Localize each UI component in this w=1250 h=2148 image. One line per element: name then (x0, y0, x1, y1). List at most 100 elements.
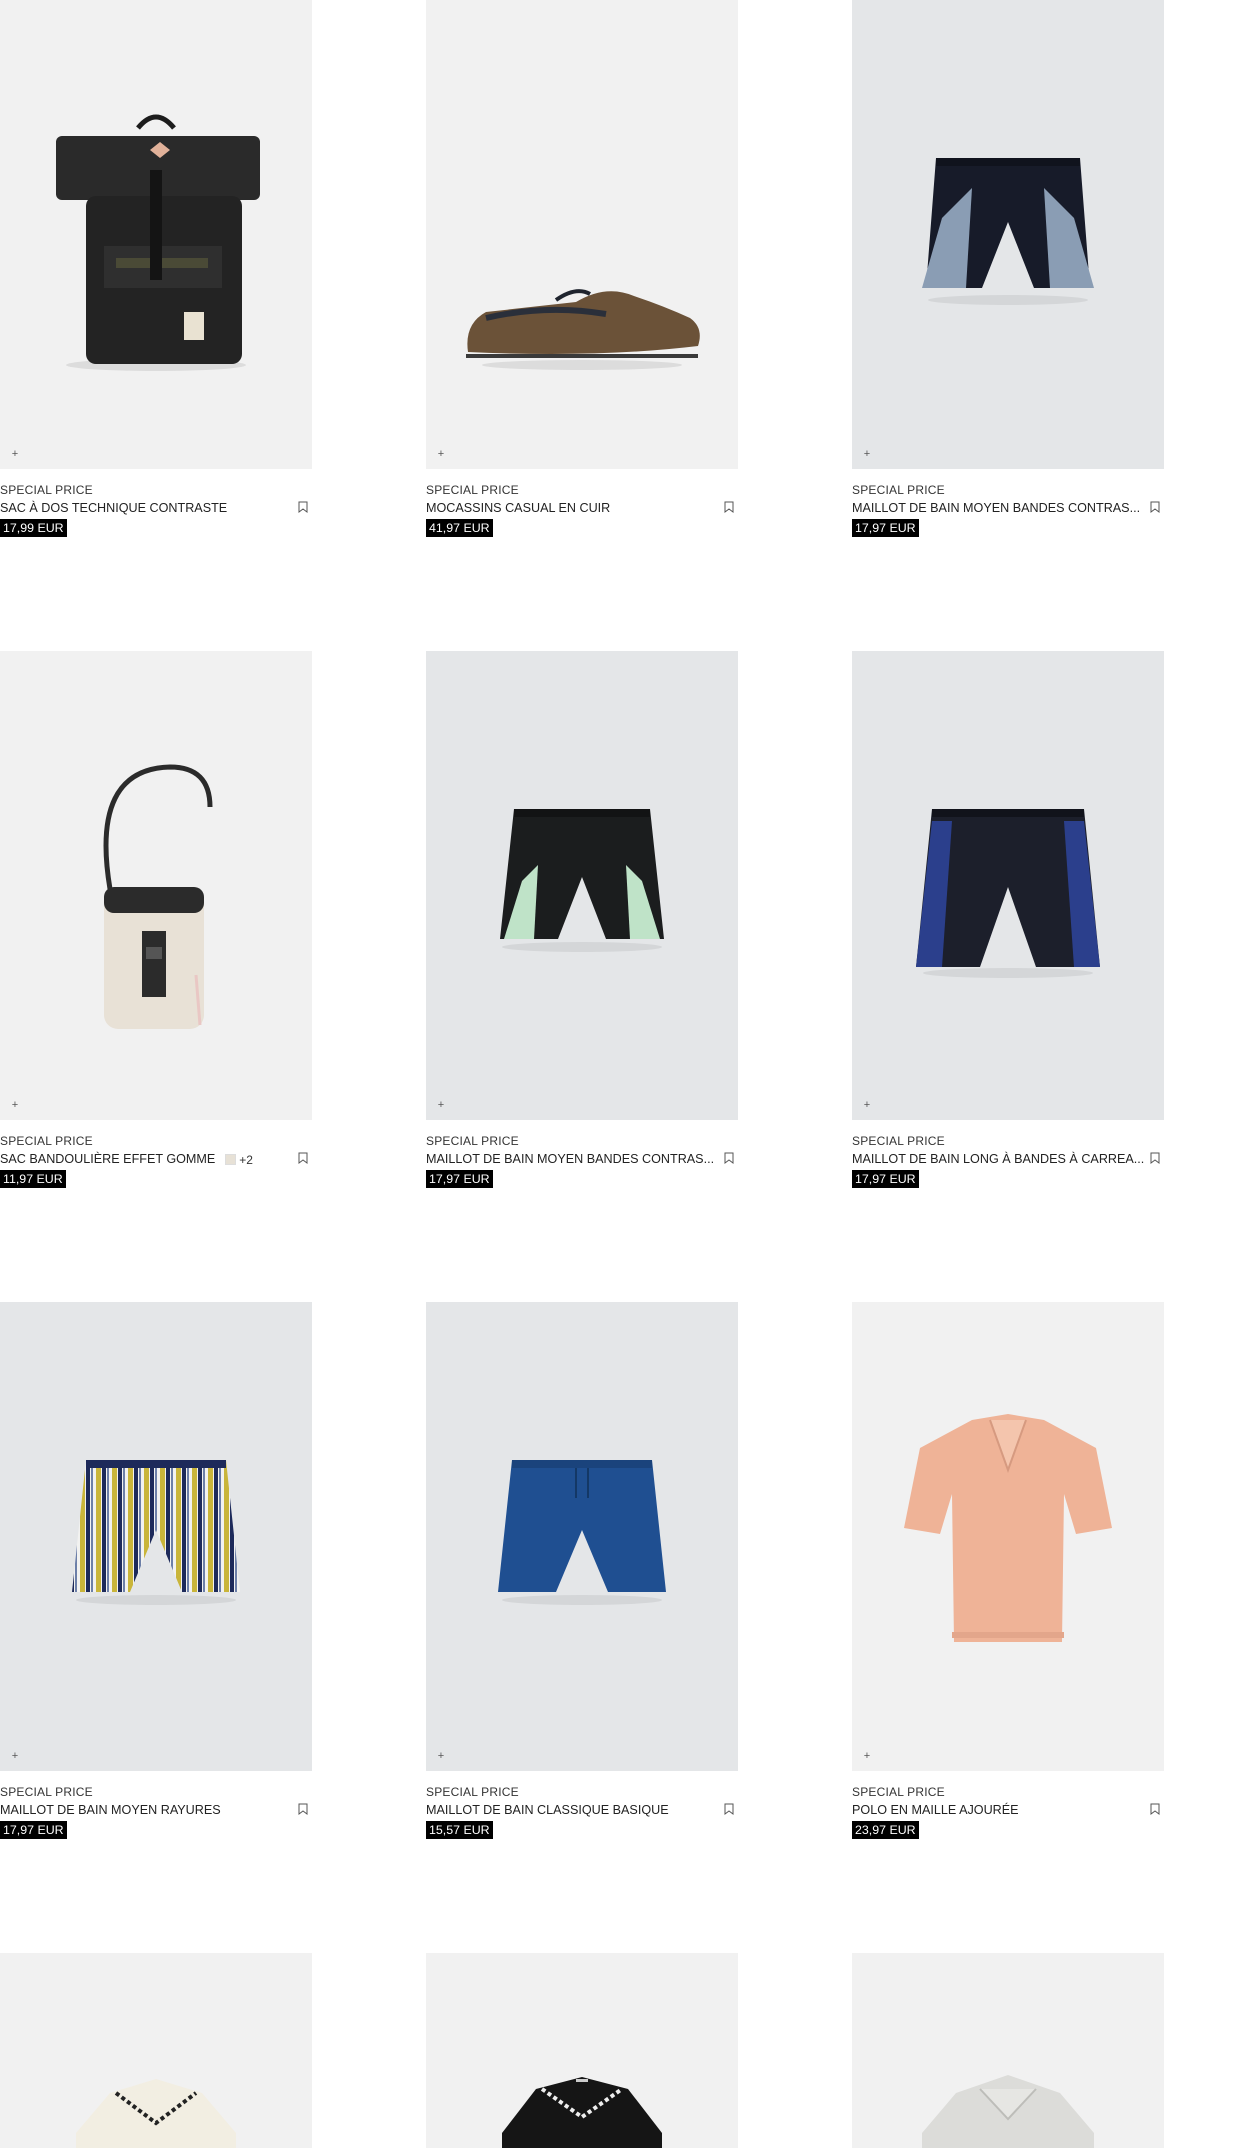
product-image[interactable] (426, 1953, 738, 2148)
product-price: 23,97 EUR (852, 1821, 919, 1839)
swatch-count: +2 (239, 1152, 253, 1167)
special-price-label: SPECIAL PRICE (852, 1785, 945, 1799)
striped-swim-shorts-image (72, 1460, 240, 1605)
product-card[interactable]: + SPECIAL PRICE SAC À DOS TECHNIQUE CONT… (0, 0, 312, 537)
bookmark-icon[interactable] (298, 1152, 308, 1164)
swim-shorts-image (500, 809, 664, 952)
product-name[interactable]: MAILLOT DE BAIN LONG À BANDES À CARREA..… (852, 1150, 1144, 1169)
special-price-label: SPECIAL PRICE (852, 1134, 945, 1148)
bookmark-icon[interactable] (724, 1803, 734, 1815)
color-swatch[interactable] (225, 1154, 237, 1165)
product-info: SPECIAL PRICE MAILLOT DE BAIN CLASSIQUE … (426, 1771, 738, 1839)
plus-icon[interactable]: + (435, 1750, 447, 1762)
product-price: 11,97 EUR (0, 1170, 66, 1188)
product-price: 17,97 EUR (426, 1170, 493, 1188)
product-name-row: SAC BANDOULIÈRE EFFET GOMME +2 (0, 1150, 312, 1169)
product-image[interactable]: + (0, 651, 312, 1120)
product-card[interactable] (0, 1953, 312, 2148)
bookmark-icon[interactable] (1150, 1803, 1160, 1815)
product-name-row: MAILLOT DE BAIN MOYEN BANDES CONTRAS... (426, 1150, 738, 1169)
backpack-image (56, 114, 260, 371)
shirt-image (502, 2077, 662, 2148)
swim-shorts-image (922, 158, 1094, 305)
product-card[interactable]: + SPECIAL PRICE POLO EN MAILLE AJOURÉE 2… (852, 1302, 1164, 1839)
product-image[interactable]: + (0, 0, 312, 469)
product-card[interactable]: + SPECIAL PRICE MAILLOT DE BAIN LONG À B… (852, 651, 1164, 1188)
product-image[interactable]: + (0, 1302, 312, 1771)
product-image[interactable]: + (426, 651, 738, 1120)
product-name[interactable]: POLO EN MAILLE AJOURÉE (852, 1801, 1019, 1820)
special-price-label: SPECIAL PRICE (426, 483, 519, 497)
product-card[interactable] (426, 1953, 738, 2148)
product-price: 17,97 EUR (852, 519, 919, 537)
product-card[interactable]: + SPECIAL PRICE MAILLOT DE BAIN MOYEN BA… (852, 0, 1164, 537)
product-name[interactable]: MAILLOT DE BAIN MOYEN BANDES CONTRAS... (426, 1150, 714, 1169)
plus-icon[interactable]: + (9, 1750, 21, 1762)
special-price-label: SPECIAL PRICE (426, 1134, 519, 1148)
product-name[interactable]: MAILLOT DE BAIN MOYEN RAYURES (0, 1801, 221, 1820)
color-swatches[interactable]: +2 (225, 1153, 253, 1167)
product-name-row: MAILLOT DE BAIN LONG À BANDES À CARREA..… (852, 1150, 1164, 1169)
plus-icon[interactable]: + (435, 1099, 447, 1111)
product-info: SPECIAL PRICE MAILLOT DE BAIN LONG À BAN… (852, 1120, 1164, 1188)
swim-shorts-image (498, 1460, 666, 1605)
special-price-label: SPECIAL PRICE (852, 483, 945, 497)
product-image[interactable] (852, 1953, 1164, 2148)
product-name[interactable]: MOCASSINS CASUAL EN CUIR (426, 499, 610, 518)
product-name-row: SAC À DOS TECHNIQUE CONTRASTE (0, 499, 312, 518)
bookmark-icon[interactable] (1150, 501, 1160, 513)
product-name-row: MOCASSINS CASUAL EN CUIR (426, 499, 738, 518)
product-name-row: MAILLOT DE BAIN CLASSIQUE BASIQUE (426, 1801, 738, 1820)
plus-icon[interactable]: + (861, 448, 873, 460)
product-info: SPECIAL PRICE SAC À DOS TECHNIQUE CONTRA… (0, 469, 312, 537)
product-info: SPECIAL PRICE SAC BANDOULIÈRE EFFET GOMM… (0, 1120, 312, 1188)
product-card[interactable]: + SPECIAL PRICE MAILLOT DE BAIN MOYEN RA… (0, 1302, 312, 1839)
product-info: SPECIAL PRICE MOCASSINS CASUAL EN CUIR 4… (426, 469, 738, 537)
product-info: SPECIAL PRICE MAILLOT DE BAIN MOYEN BAND… (426, 1120, 738, 1188)
crossbody-bag-image (103, 764, 213, 1029)
special-price-label: SPECIAL PRICE (0, 1134, 93, 1148)
bookmark-icon[interactable] (298, 501, 308, 513)
bookmark-icon[interactable] (1150, 1152, 1160, 1164)
product-info: SPECIAL PRICE MAILLOT DE BAIN MOYEN BAND… (852, 469, 1164, 537)
product-name-row: MAILLOT DE BAIN MOYEN RAYURES (0, 1801, 312, 1820)
plus-icon[interactable]: + (9, 448, 21, 460)
plus-icon[interactable]: + (435, 448, 447, 460)
product-name[interactable]: SAC À DOS TECHNIQUE CONTRASTE (0, 499, 227, 518)
product-name[interactable]: MAILLOT DE BAIN CLASSIQUE BASIQUE (426, 1801, 669, 1820)
product-price: 17,97 EUR (852, 1170, 919, 1188)
product-card[interactable] (852, 1953, 1164, 2148)
product-card[interactable]: + SPECIAL PRICE MAILLOT DE BAIN MOYEN BA… (426, 651, 738, 1188)
product-name[interactable]: SAC BANDOULIÈRE EFFET GOMME (0, 1150, 215, 1169)
polo-image (922, 2075, 1094, 2148)
product-card[interactable]: + SPECIAL PRICE MOCASSINS CASUAL EN CUIR… (426, 0, 738, 537)
special-price-label: SPECIAL PRICE (0, 1785, 93, 1799)
product-image[interactable] (0, 1953, 312, 2148)
product-image[interactable]: + (852, 651, 1164, 1120)
product-name-row: MAILLOT DE BAIN MOYEN BANDES CONTRAS... (852, 499, 1164, 518)
product-info: SPECIAL PRICE MAILLOT DE BAIN MOYEN RAYU… (0, 1771, 312, 1839)
product-price: 17,99 EUR (0, 519, 67, 537)
product-image[interactable]: + (426, 0, 738, 469)
swim-shorts-image (916, 809, 1100, 978)
product-info: SPECIAL PRICE POLO EN MAILLE AJOURÉE 23,… (852, 1771, 1164, 1839)
product-image[interactable]: + (426, 1302, 738, 1771)
special-price-label: SPECIAL PRICE (0, 483, 93, 497)
plus-icon[interactable]: + (861, 1750, 873, 1762)
bookmark-icon[interactable] (724, 1152, 734, 1164)
product-price: 41,97 EUR (426, 519, 493, 537)
product-card[interactable]: + SPECIAL PRICE MAILLOT DE BAIN CLASSIQU… (426, 1302, 738, 1839)
product-image[interactable]: + (852, 1302, 1164, 1771)
product-card[interactable]: + SPECIAL PRICE SAC BANDOULIÈRE EFFET GO… (0, 651, 312, 1188)
product-image[interactable]: + (852, 0, 1164, 469)
product-price: 17,97 EUR (0, 1821, 67, 1839)
plus-icon[interactable]: + (9, 1099, 21, 1111)
product-name-row: POLO EN MAILLE AJOURÉE (852, 1801, 1164, 1820)
bookmark-icon[interactable] (298, 1803, 308, 1815)
product-price: 15,57 EUR (426, 1821, 493, 1839)
plus-icon[interactable]: + (861, 1099, 873, 1111)
product-name[interactable]: MAILLOT DE BAIN MOYEN BANDES CONTRAS... (852, 499, 1140, 518)
bookmark-icon[interactable] (724, 501, 734, 513)
shirt-image (76, 2079, 236, 2148)
loafer-image (466, 289, 700, 370)
